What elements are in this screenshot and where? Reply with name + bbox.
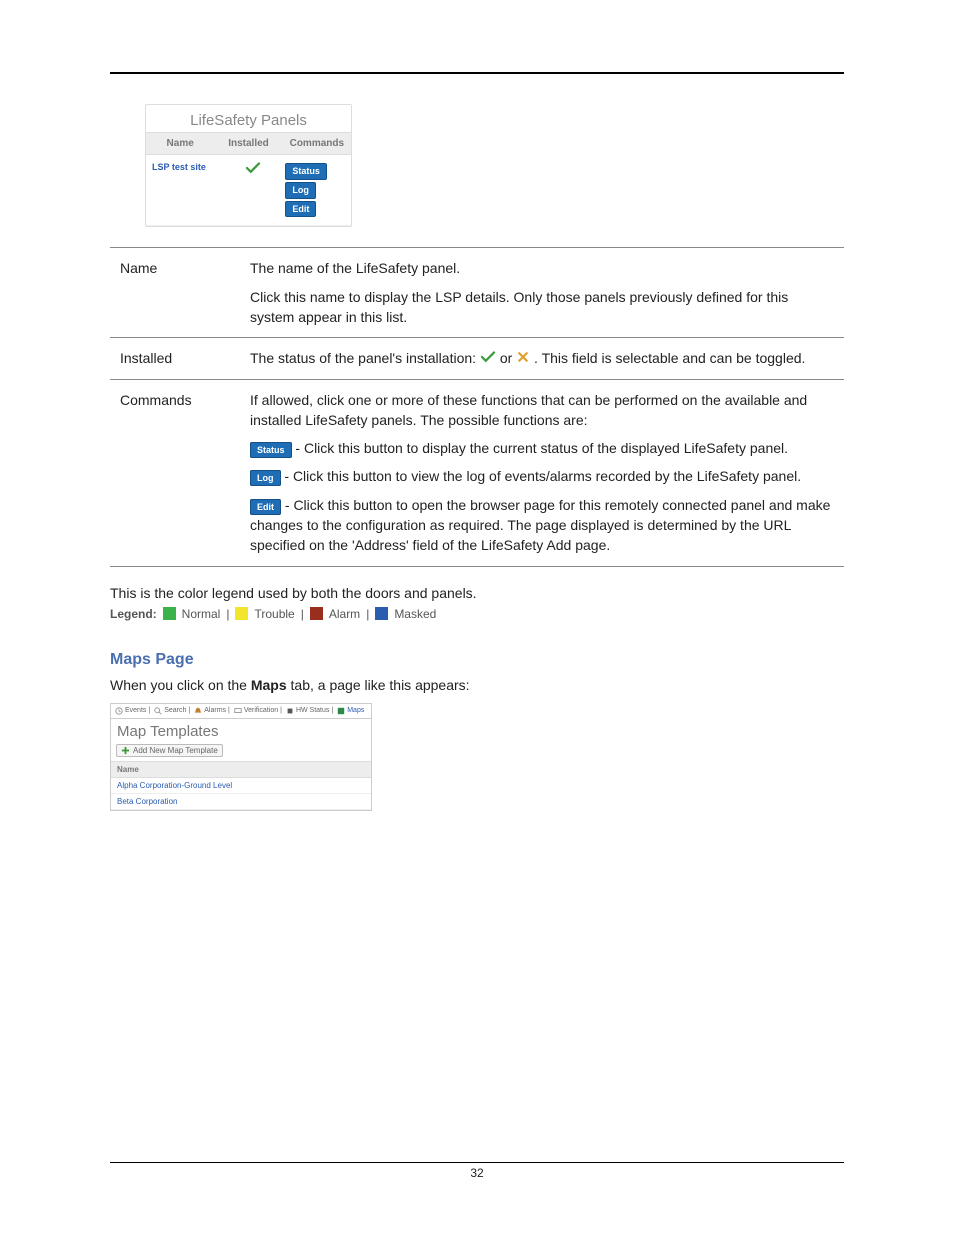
lsp-row-name[interactable]: LSP test site [146,155,220,225]
check-icon [245,162,261,174]
desc-commands-key: Commands [110,379,250,566]
tab-search[interactable]: Search | [154,707,190,715]
tab-maps[interactable]: Maps [337,707,364,715]
tab-hw-status[interactable]: HW Status | [286,707,333,715]
maps-intro: When you click on the Maps tab, a page l… [110,677,844,693]
legend-name-alarm: Alarm [329,607,360,621]
add-new-map-template-button[interactable]: Add New Map Template [116,744,223,757]
maps-title: Map Templates [111,719,371,742]
map-icon [337,707,345,715]
tab-alarms[interactable]: Alarms | [194,707,230,715]
check-icon [480,351,496,363]
lifesafety-panels-figure: LifeSafety Panels Name Installed Command… [145,104,352,227]
lsp-title: LifeSafety Panels [146,105,351,132]
cross-icon [516,351,530,363]
legend-swatch-trouble [235,607,248,620]
legend-name-masked: Masked [394,607,436,621]
bell-icon [194,707,202,715]
legend-name-normal: Normal [182,607,221,621]
plus-icon [121,746,130,755]
desc-commands-val: If allowed, click one or more of these f… [250,379,844,566]
lsp-col-installed: Installed [214,133,282,154]
maps-page-heading: Maps Page [110,651,844,669]
desc-name-val: The name of the LifeSafety panel. Click … [250,248,844,338]
legend-label: Legend: [110,607,157,621]
legend-name-trouble: Trouble [254,607,294,621]
edit-button[interactable]: Edit [285,201,316,218]
legend-intro: This is the color legend used by both th… [110,585,844,601]
lsp-row-commands: Status Log Edit [285,155,351,225]
desc-name-key: Name [110,248,250,338]
search-icon [154,707,162,715]
top-rule [110,72,844,74]
maps-tabs: Events | Search | Alarms | Verification … [111,704,371,719]
lsp-row-installed[interactable] [220,155,286,225]
desc-installed-key: Installed [110,338,250,379]
tab-events[interactable]: Events | [115,707,150,715]
lsp-row: LSP test site Status Log Edit [146,155,351,226]
legend-swatch-masked [375,607,388,620]
log-button[interactable]: Log [250,470,281,486]
page-number: 32 [0,1166,954,1180]
description-table: Name The name of the LifeSafety panel. C… [110,247,844,566]
maps-screenshot: Events | Search | Alarms | Verification … [110,703,372,811]
screen-icon [234,707,242,715]
chip-icon [286,707,294,715]
status-button[interactable]: Status [285,163,327,180]
maps-table-head: Name [111,761,371,778]
bottom-rule [110,1162,844,1163]
maps-row[interactable]: Alpha Corporation-Ground Level [111,778,371,794]
desc-installed-val: The status of the panel's installation: … [250,338,844,379]
lsp-col-name: Name [146,133,214,154]
log-button[interactable]: Log [285,182,316,199]
clock-icon [115,707,123,715]
lsp-col-commands: Commands [283,133,351,154]
maps-row[interactable]: Beta Corporation [111,794,371,810]
legend-swatch-normal [163,607,176,620]
tab-verification[interactable]: Verification | [234,707,282,715]
edit-button[interactable]: Edit [250,499,281,515]
legend: Legend: Normal | Trouble | Alarm | Maske… [110,607,844,621]
status-button[interactable]: Status [250,442,292,458]
legend-swatch-alarm [310,607,323,620]
